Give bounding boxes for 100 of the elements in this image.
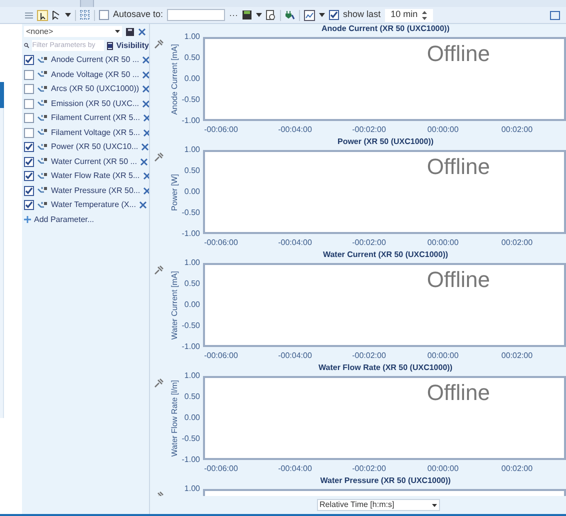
parameter-checkbox[interactable] [24, 70, 34, 80]
parameter-icon [37, 56, 48, 65]
save-icon[interactable] [126, 28, 134, 36]
parameter-name[interactable]: Anode Current (XR 50 ... [51, 54, 140, 66]
y-axis-label: Anode Current [mA] [169, 44, 180, 114]
chart-title: Anode Current (XR 50 (UXC1000)) [321, 24, 450, 35]
y-axis-label: Water Flow Rate [l/m] [169, 380, 180, 456]
grid-icon[interactable] [80, 10, 90, 20]
caret-icon[interactable] [65, 13, 71, 17]
x-tick-label: -00:06:00 [204, 464, 238, 474]
preset-dropdown[interactable]: <none> [24, 26, 122, 37]
x-tick-label: 00:00:00 [427, 238, 459, 248]
parameter-icon [37, 84, 48, 94]
x-tick-label: -00:04:00 [278, 351, 312, 361]
remove-icon[interactable] [142, 85, 150, 94]
parameter-checkbox[interactable] [24, 113, 34, 124]
add-parameter-button[interactable]: Add Parameter... [24, 214, 149, 226]
parameter-name[interactable]: Water Current (XR 50 ... [51, 156, 137, 168]
remove-icon[interactable] [142, 172, 151, 180]
remove-icon[interactable] [143, 186, 152, 195]
y-tick-label: 0.50 [184, 279, 200, 289]
parameter-icon [37, 172, 48, 181]
parameter-icon [37, 186, 48, 196]
parameter-name[interactable]: Anode Voltage (XR 50 ... [51, 68, 140, 81]
remove-icon[interactable] [142, 100, 150, 108]
pin-icon[interactable] [154, 39, 164, 49]
x-tick-label: -00:04:00 [278, 464, 312, 474]
parameter-name[interactable]: Power (XR 50 (UXC10... [51, 141, 138, 154]
chart-title: Power (XR 50 (UXC1000)) [337, 137, 434, 148]
parameter-icon [37, 142, 48, 152]
visibility-label: Visibility [116, 40, 149, 52]
remove-icon[interactable] [141, 143, 150, 152]
remove-icon[interactable] [138, 201, 147, 210]
y-tick-label: 0.50 [184, 166, 200, 176]
parameter-name[interactable]: Filament Current (XR 5... [51, 112, 140, 124]
parameter-checkbox[interactable] [24, 84, 34, 94]
offline-status: Offline [426, 267, 490, 293]
parameter-checkbox[interactable] [24, 55, 34, 66]
cursor-icon[interactable] [52, 10, 61, 20]
parameter-checkbox[interactable] [24, 186, 34, 196]
remove-icon[interactable] [142, 114, 151, 122]
parameter-checkbox[interactable] [24, 142, 34, 152]
offline-status: Offline [426, 154, 490, 180]
parameter-icon [37, 200, 48, 210]
parameter-name[interactable]: Emission (XR 50 (UXC... [51, 98, 140, 110]
show-last-checkbox[interactable] [329, 10, 340, 20]
x-tick-label: 00:00:00 [427, 464, 459, 474]
parameter-checkbox[interactable] [24, 98, 34, 109]
remove-icon[interactable] [142, 70, 150, 79]
caret-icon[interactable] [115, 30, 120, 33]
parameter-checkbox[interactable] [24, 156, 34, 167]
browse-button[interactable]: ··· [229, 10, 238, 20]
y-tick-label: -0.50 [182, 208, 200, 218]
caret-icon[interactable] [256, 13, 262, 17]
caret-icon[interactable] [432, 504, 436, 506]
y-tick-label: -1.00 [182, 455, 200, 465]
x-tick-label: -00:02:00 [352, 351, 386, 361]
autosave-label: Autosave to: [113, 8, 164, 22]
time-axis-dropdown[interactable]: Relative Time [h:m:s] [316, 499, 440, 511]
caret-icon[interactable] [319, 13, 326, 17]
parameter-icon [37, 99, 48, 108]
parameter-name[interactable]: Water Temperature (X... [51, 199, 136, 212]
offline-status: Offline [426, 41, 490, 67]
y-tick-label: 1.00 [184, 371, 200, 381]
pin-icon[interactable] [154, 265, 164, 275]
select-cursor-icon[interactable] [37, 10, 48, 20]
remove-icon[interactable] [138, 28, 146, 36]
parameter-name[interactable]: Water Pressure (XR 50... [51, 184, 140, 197]
remove-icon[interactable] [140, 158, 148, 166]
x-tick-label: -00:06:00 [204, 125, 238, 135]
parameter-checkbox[interactable] [24, 128, 34, 138]
y-tick-label: 0.00 [184, 300, 200, 310]
x-tick-label: -00:06:00 [204, 238, 238, 248]
y-tick-label: 1.00 [184, 145, 200, 155]
autosave-path-field[interactable] [167, 9, 226, 21]
parameter-name[interactable]: Arcs (XR 50 (UXC1000)) [51, 83, 140, 96]
plug-icon[interactable] [285, 10, 296, 20]
parameter-icon [37, 114, 48, 123]
chart-icon[interactable] [304, 10, 316, 20]
autosave-checkbox[interactable] [99, 10, 109, 20]
pin-icon[interactable] [154, 152, 164, 162]
y-axis-label: Water Current [mA] [169, 270, 180, 340]
maximize-icon[interactable] [550, 10, 560, 20]
save-icon[interactable] [242, 10, 252, 20]
y-tick-label: 0.50 [184, 392, 200, 402]
menu-icon[interactable] [25, 12, 33, 18]
x-tick-label: -00:06:00 [204, 351, 238, 361]
chart-title: Water Current (XR 50 (UXC1000)) [322, 250, 448, 261]
offline-status: Offline [426, 380, 490, 406]
remove-icon[interactable] [142, 128, 151, 137]
parameter-name[interactable]: Filament Voltage (XR 5... [51, 126, 140, 139]
parameter-checkbox[interactable] [24, 200, 34, 210]
remove-icon[interactable] [142, 56, 150, 64]
duration-spinner[interactable]: 10 min [384, 8, 433, 22]
pin-icon[interactable] [154, 378, 164, 388]
document-settings-icon[interactable] [266, 10, 276, 20]
parameter-checkbox[interactable] [24, 171, 34, 182]
visibility-toggle[interactable] [107, 42, 114, 50]
parameter-icon [37, 157, 48, 166]
parameter-name[interactable]: Water Flow Rate (XR 5... [51, 170, 140, 182]
